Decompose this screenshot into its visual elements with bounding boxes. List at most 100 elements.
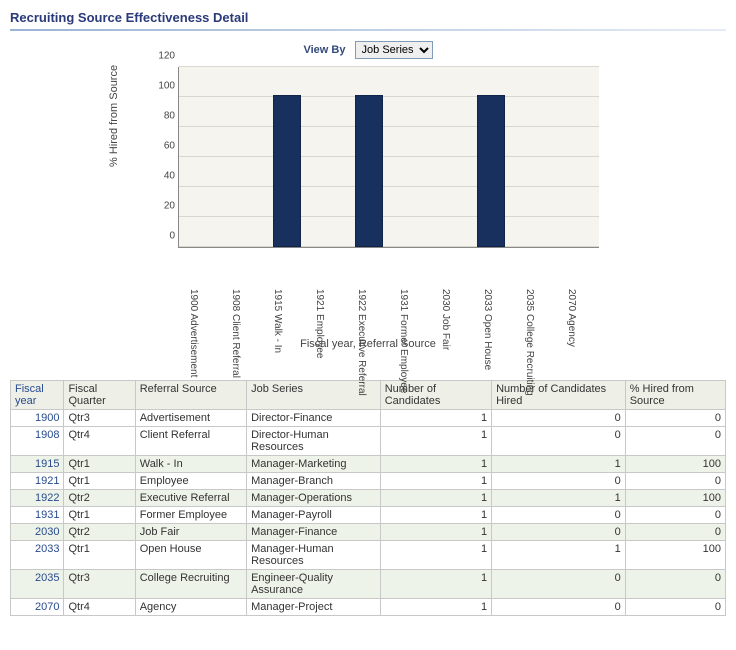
fiscal-year-link[interactable]: 1915: [15, 458, 59, 470]
chart-xlabels: 1900 Advertisement1908 Client Referral19…: [178, 249, 610, 261]
chart-xlabel-item: 1922 Executive Referral: [355, 289, 367, 301]
col-fiscal-year[interactable]: Fiscal year: [11, 381, 64, 410]
page-title: Recruiting Source Effectiveness Detail: [10, 10, 726, 25]
cell-num-candidates: 1: [385, 572, 487, 584]
col-num-hired: Number of Candidates Hired: [492, 381, 626, 410]
cell-num-candidates: 1: [385, 458, 487, 470]
chart-bar-slot: [267, 67, 308, 247]
chart-xlabel-item: 2035 College Recruiting: [523, 289, 535, 301]
cell-job-series: Director-Human Resources: [247, 427, 381, 456]
cell-fiscal-quarter: Qtr1: [64, 456, 135, 473]
cell-job-series: Director-Finance: [247, 410, 381, 427]
cell-pct-hired: 0: [630, 601, 721, 613]
chart-bar-slot: [471, 67, 512, 247]
fiscal-year-link[interactable]: 1921: [15, 475, 59, 487]
cell-num-candidates: 1: [385, 601, 487, 613]
fiscal-year-link[interactable]: 1922: [15, 492, 59, 504]
chart-xlabel-item: 1908 Client Referral: [229, 289, 241, 301]
cell-num-candidates: 1: [385, 412, 487, 424]
col-fiscal-quarter: Fiscal Quarter: [64, 381, 135, 410]
table-row: 1921Qtr1EmployeeManager-Branch100: [11, 473, 726, 490]
chart-bar-slot: [226, 67, 267, 247]
chart-ytick: 80: [151, 111, 175, 122]
cell-num-candidates: 1: [385, 526, 487, 538]
fiscal-year-link[interactable]: 1900: [15, 412, 59, 424]
cell-referral-source: Job Fair: [135, 524, 246, 541]
cell-num-hired: 0: [496, 429, 621, 441]
cell-fiscal-quarter: Qtr2: [64, 490, 135, 507]
chart-bar-slot: [389, 67, 430, 247]
chart-bar-slot: [430, 67, 471, 247]
cell-referral-source: Advertisement: [135, 410, 246, 427]
table-header-row: Fiscal year Fiscal Quarter Referral Sour…: [11, 381, 726, 410]
fiscal-year-link[interactable]: 2035: [15, 572, 59, 584]
cell-pct-hired: 0: [630, 509, 721, 521]
title-rule: [10, 29, 726, 31]
cell-pct-hired: 0: [630, 429, 721, 441]
table-row: 2070Qtr4AgencyManager-Project100: [11, 599, 726, 616]
cell-num-candidates: 1: [385, 543, 487, 555]
chart-xlabel-item: 2033 Open House: [481, 289, 493, 301]
cell-fiscal-quarter: Qtr3: [64, 410, 135, 427]
cell-fiscal-quarter: Qtr2: [64, 524, 135, 541]
fiscal-year-link[interactable]: 1908: [15, 429, 59, 441]
cell-job-series: Manager-Human Resources: [247, 541, 381, 570]
table-row: 2030Qtr2Job FairManager-Finance100: [11, 524, 726, 541]
chart-xlabel-item: 1931 Former Employee: [397, 289, 409, 301]
fiscal-year-link[interactable]: 2030: [15, 526, 59, 538]
chart-bars: [179, 67, 599, 247]
fiscal-year-link[interactable]: 2033: [15, 543, 59, 555]
chart-ytick: 0: [151, 231, 175, 242]
chart-ylabel: % Hired from Source: [108, 65, 120, 167]
chart-bar: [477, 95, 505, 247]
cell-pct-hired: 0: [630, 572, 721, 584]
chart-bar-slot: [511, 67, 552, 247]
cell-num-candidates: 1: [385, 429, 487, 441]
cell-fiscal-quarter: Qtr4: [64, 599, 135, 616]
table-row: 2033Qtr1Open HouseManager-Human Resource…: [11, 541, 726, 570]
fiscal-year-link[interactable]: 2070: [15, 601, 59, 613]
viewby-row: View By Job Series: [10, 41, 726, 59]
cell-job-series: Manager-Finance: [247, 524, 381, 541]
cell-num-hired: 0: [496, 475, 621, 487]
cell-pct-hired: 0: [630, 475, 721, 487]
cell-fiscal-quarter: Qtr1: [64, 507, 135, 524]
cell-num-candidates: 1: [385, 475, 487, 487]
col-referral-source: Referral Source: [135, 381, 246, 410]
cell-referral-source: Client Referral: [135, 427, 246, 456]
chart-bar-slot: [185, 67, 226, 247]
cell-num-hired: 0: [496, 572, 621, 584]
cell-job-series: Manager-Branch: [247, 473, 381, 490]
table-row: 1915Qtr1Walk - InManager-Marketing11100: [11, 456, 726, 473]
cell-job-series: Manager-Project: [247, 599, 381, 616]
cell-fiscal-quarter: Qtr1: [64, 541, 135, 570]
cell-fiscal-quarter: Qtr4: [64, 427, 135, 456]
cell-pct-hired: 0: [630, 412, 721, 424]
cell-referral-source: Agency: [135, 599, 246, 616]
cell-job-series: Manager-Marketing: [247, 456, 381, 473]
cell-num-hired: 0: [496, 601, 621, 613]
chart-xlabel-item: 1900 Advertisement: [187, 289, 199, 301]
cell-job-series: Engineer-Quality Assurance: [247, 570, 381, 599]
chart-ytick: 40: [151, 171, 175, 182]
chart-ytick: 100: [151, 81, 175, 92]
table-row: 1931Qtr1Former EmployeeManager-Payroll10…: [11, 507, 726, 524]
cell-referral-source: Executive Referral: [135, 490, 246, 507]
chart-xlabel-item: 1915 Walk - In: [271, 289, 283, 301]
cell-pct-hired: 0: [630, 526, 721, 538]
chart-ytick: 20: [151, 201, 175, 212]
cell-num-candidates: 1: [385, 492, 487, 504]
table-row: 1900Qtr3AdvertisementDirector-Finance100: [11, 410, 726, 427]
chart-bar: [355, 95, 383, 247]
cell-num-hired: 0: [496, 526, 621, 538]
chart-bar-slot: [552, 67, 593, 247]
fiscal-year-link[interactable]: 1931: [15, 509, 59, 521]
cell-num-hired: 1: [496, 492, 621, 504]
chart-xlabel-item: 2030 Job Fair: [439, 289, 451, 301]
cell-pct-hired: 100: [630, 492, 721, 504]
chart-bar: [273, 95, 301, 247]
chart-ytick: 60: [151, 141, 175, 152]
cell-referral-source: College Recruiting: [135, 570, 246, 599]
chart-bar-slot: [307, 67, 348, 247]
viewby-select[interactable]: Job Series: [355, 41, 433, 59]
